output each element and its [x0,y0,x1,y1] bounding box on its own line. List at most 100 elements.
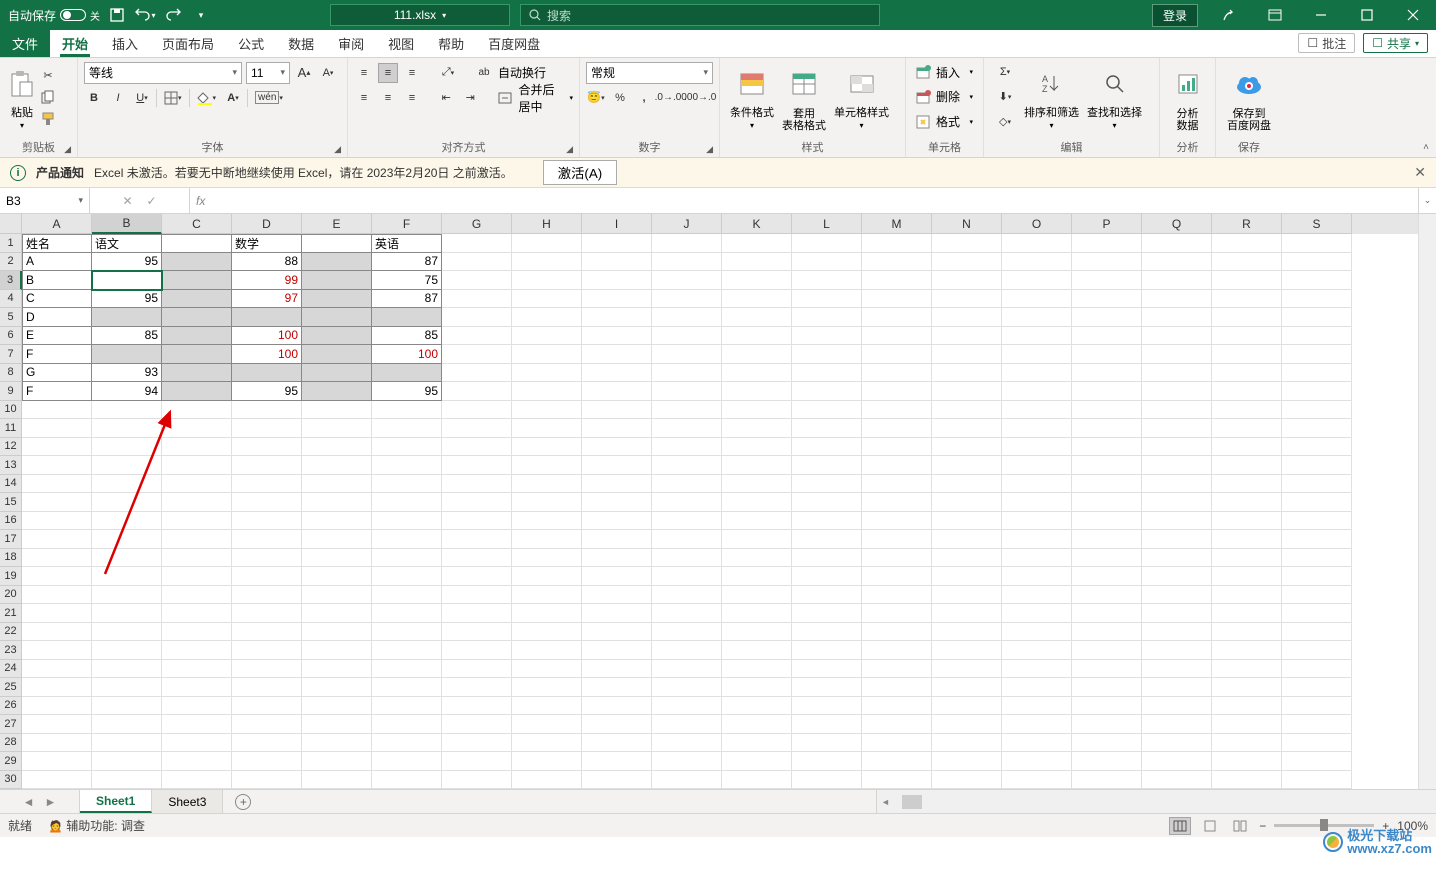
cell[interactable] [372,697,442,716]
row-header-12[interactable]: 12 [0,438,22,457]
cell[interactable] [1212,549,1282,568]
cell[interactable] [1142,271,1212,290]
cell[interactable] [1002,253,1072,272]
cell[interactable] [932,493,1002,512]
cell[interactable] [1212,604,1282,623]
cell[interactable] [1212,419,1282,438]
align-bottom-icon[interactable]: ≡ [402,63,422,83]
cell[interactable] [1002,493,1072,512]
cell[interactable] [1142,567,1212,586]
cell[interactable] [1002,549,1072,568]
cell[interactable]: 87 [372,253,442,272]
cell[interactable] [512,530,582,549]
cell[interactable] [932,678,1002,697]
cell[interactable] [862,327,932,346]
cell[interactable] [1002,623,1072,642]
cell[interactable] [722,419,792,438]
cell[interactable] [932,697,1002,716]
cell[interactable] [1282,512,1352,531]
cell[interactable] [372,419,442,438]
cell[interactable] [722,623,792,642]
cell[interactable] [442,549,512,568]
cell[interactable] [862,567,932,586]
cell[interactable] [722,771,792,790]
cell[interactable] [722,364,792,383]
cell[interactable] [722,641,792,660]
cell[interactable] [792,715,862,734]
cell[interactable] [862,715,932,734]
cell[interactable] [92,586,162,605]
cell[interactable] [442,364,512,383]
cell[interactable] [302,290,372,309]
cell[interactable] [932,512,1002,531]
cell[interactable] [92,752,162,771]
cell[interactable] [302,567,372,586]
cell[interactable] [232,715,302,734]
cell[interactable] [1282,752,1352,771]
accessibility-status[interactable]: 🙍 辅助功能: 调查 [48,817,145,834]
cell[interactable] [302,234,372,253]
cell[interactable] [792,493,862,512]
cell[interactable] [92,697,162,716]
cell[interactable] [1212,512,1282,531]
font-size-combo[interactable]: 11▾ [246,62,290,84]
notice-close-icon[interactable]: ✕ [1414,164,1426,181]
cell[interactable] [792,253,862,272]
cell[interactable] [1142,327,1212,346]
cell[interactable] [722,586,792,605]
cell[interactable] [652,530,722,549]
cell[interactable] [232,586,302,605]
cell[interactable] [1142,678,1212,697]
cell[interactable] [22,697,92,716]
spreadsheet-grid[interactable]: ABCDEFGHIJKLMNOPQRS 12345678910111213141… [0,214,1436,789]
cell[interactable] [372,715,442,734]
cell[interactable] [1282,382,1352,401]
col-header-L[interactable]: L [792,214,862,234]
col-header-K[interactable]: K [722,214,792,234]
cell[interactable] [512,271,582,290]
cell[interactable] [862,493,932,512]
cell[interactable] [162,660,232,679]
find-select-button[interactable]: 查找和选择▾ [1083,60,1146,134]
cell[interactable] [162,586,232,605]
cell[interactable] [1212,752,1282,771]
cell[interactable] [722,604,792,623]
cell[interactable] [1142,438,1212,457]
cell[interactable] [442,512,512,531]
cell[interactable] [442,475,512,494]
cell[interactable] [932,604,1002,623]
cell[interactable] [1142,604,1212,623]
cell[interactable] [512,771,582,790]
normal-view-icon[interactable] [1169,817,1191,835]
cell[interactable] [372,512,442,531]
cell[interactable] [932,364,1002,383]
cell[interactable] [1002,678,1072,697]
cell[interactable] [1282,641,1352,660]
cell[interactable] [1282,697,1352,716]
cell[interactable] [512,678,582,697]
row-header-29[interactable]: 29 [0,752,22,771]
cell[interactable] [932,290,1002,309]
col-header-H[interactable]: H [512,214,582,234]
cell[interactable] [22,641,92,660]
cell[interactable] [1212,771,1282,790]
cell[interactable] [652,327,722,346]
cell[interactable] [442,271,512,290]
cell[interactable] [1072,771,1142,790]
cell[interactable] [1212,567,1282,586]
cell[interactable] [162,493,232,512]
cell[interactable] [862,382,932,401]
row-header-8[interactable]: 8 [0,364,22,383]
cell[interactable] [1142,382,1212,401]
cell[interactable] [162,419,232,438]
percent-icon[interactable]: % [610,88,630,108]
cell[interactable] [1282,623,1352,642]
cell[interactable] [162,549,232,568]
cell[interactable] [22,530,92,549]
row-header-22[interactable]: 22 [0,623,22,642]
cell[interactable] [1072,586,1142,605]
col-header-F[interactable]: F [372,214,442,234]
cell[interactable] [1072,715,1142,734]
cell[interactable] [1212,530,1282,549]
redo-icon[interactable] [162,4,184,26]
